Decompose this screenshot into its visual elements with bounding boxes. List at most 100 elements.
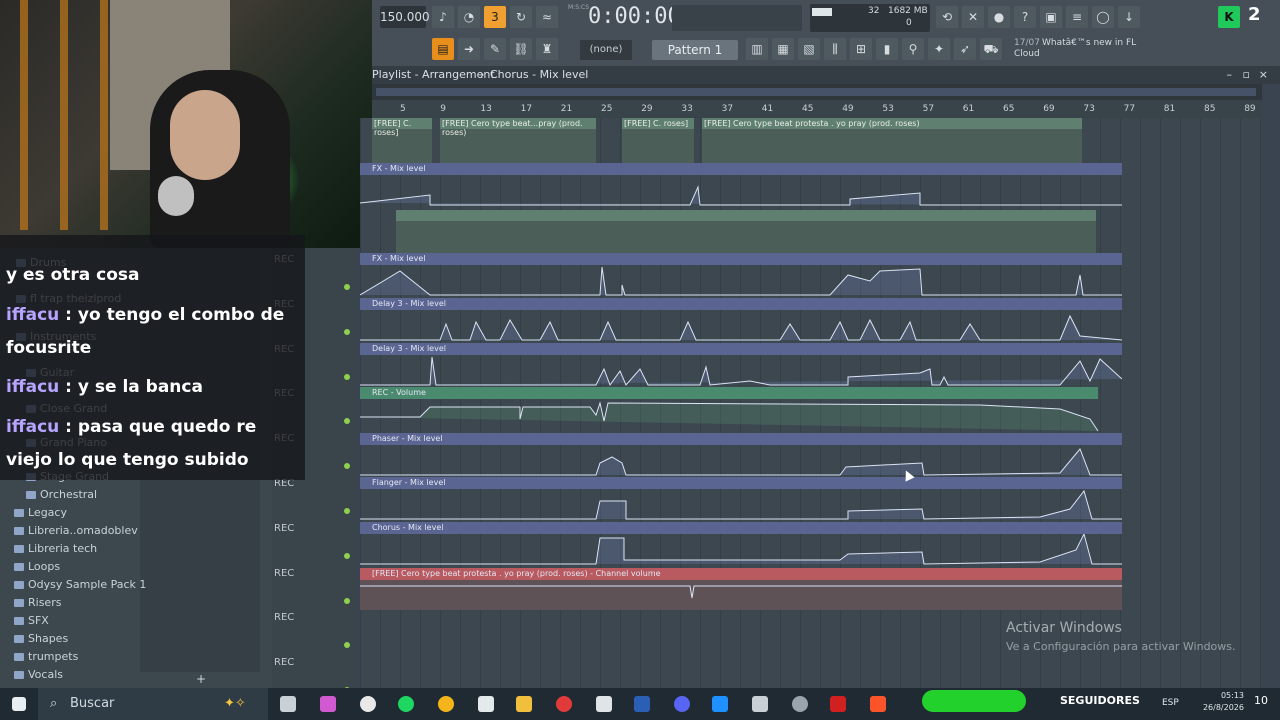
stamp-icon[interactable]: ♜ <box>536 38 558 60</box>
blend-icon[interactable]: ≈ <box>536 6 558 28</box>
track-enable-dot[interactable] <box>344 642 350 649</box>
browser-item[interactable]: Vocals <box>28 668 63 681</box>
k-icon[interactable]: K <box>1218 6 1240 28</box>
browser-item[interactable]: Orchestral <box>40 488 97 501</box>
browser-item[interactable]: Shapes <box>28 632 68 645</box>
red-app-icon[interactable] <box>830 696 846 712</box>
spotify-icon[interactable] <box>398 696 414 712</box>
save-icon[interactable]: ▣ <box>1040 6 1062 28</box>
task-view-icon[interactable] <box>280 696 296 712</box>
track-rec-label[interactable]: REC <box>274 568 294 579</box>
snap-selector[interactable]: (none) <box>580 40 632 60</box>
channel-rack-icon[interactable]: ▥ <box>746 38 768 60</box>
playlist-tracks[interactable]: [FREE] C. roses] [FREE] Cero type beat..… <box>360 118 1262 688</box>
add-icon[interactable]: + <box>196 672 206 686</box>
timeline-ruler[interactable]: 5 9 13 17 21 25 29 33 37 41 45 49 53 57 61 65 69 73 77 81 85… <box>372 100 1262 118</box>
audio-clip[interactable]: [FREE] Cero type beat...pray (prod. rose… <box>440 118 596 164</box>
app-icon[interactable] <box>438 696 454 712</box>
automation-clip-header[interactable]: Flanger - Mix level <box>360 477 1122 489</box>
automation-clip-header[interactable]: FX - Mix level <box>360 253 1122 265</box>
browser-icon[interactable]: ⊞ <box>850 38 872 60</box>
arrow-icon[interactable]: ➜ <box>458 38 480 60</box>
file-explorer-icon[interactable] <box>516 696 532 712</box>
automation-clip-header[interactable]: Delay 3 - Mix level <box>360 343 1122 355</box>
cut-icon[interactable]: ✕ <box>962 6 984 28</box>
automation-clip-header[interactable]: Chorus - Mix level <box>360 522 1122 534</box>
playlist-view-icon[interactable]: ▧ <box>798 38 820 60</box>
track-enable-dot[interactable] <box>344 328 350 335</box>
track-enable-dot[interactable] <box>344 463 350 470</box>
download-icon[interactable]: ↓ <box>1118 6 1140 28</box>
cart-icon[interactable]: ⛟ <box>980 38 1002 60</box>
brush-icon[interactable]: ✎ <box>484 38 506 60</box>
automation-clip-header[interactable]: Delay 3 - Mix level <box>360 298 1122 310</box>
automation-clip-header[interactable]: REC - Volume <box>360 387 1098 399</box>
windows-start-icon[interactable] <box>12 697 26 711</box>
bpm-display[interactable]: 150.000 <box>380 6 430 28</box>
track-enable-dot[interactable] <box>344 552 350 559</box>
automation-clip-header[interactable]: Phaser - Mix level <box>360 433 1122 445</box>
browser-item[interactable]: Legacy <box>28 506 67 519</box>
browser-item[interactable]: Loops <box>28 560 60 573</box>
audio-clip[interactable]: [FREE] C. roses] <box>372 118 432 164</box>
breadcrumb[interactable]: Playlist - Arrangement <box>372 66 495 84</box>
countdown-icon[interactable]: 3 <box>484 6 506 28</box>
share-icon[interactable]: ➶ <box>954 38 976 60</box>
browser-item[interactable]: SFX <box>28 614 49 627</box>
undo-icon[interactable]: ⟲ <box>936 6 958 28</box>
playlist-icon[interactable]: ▤ <box>432 38 454 60</box>
browser-item[interactable]: Risers <box>28 596 61 609</box>
language-indicator[interactable]: ESP <box>1162 698 1179 708</box>
m-app-icon[interactable] <box>596 696 612 712</box>
loop-record-icon[interactable]: ↻ <box>510 6 532 28</box>
channel-volume-clip-header[interactable]: [FREE] Cero type beat protesta . yo pray… <box>360 568 1122 580</box>
notification-count[interactable]: 10 <box>1254 694 1268 707</box>
track-rec-label[interactable]: REC <box>274 612 294 623</box>
playlist-overview[interactable] <box>372 84 1262 100</box>
fl-studio-icon[interactable] <box>792 696 808 712</box>
automation-clip-header[interactable]: FX - Mix level <box>360 163 1122 175</box>
track-enable-dot[interactable] <box>344 597 350 604</box>
tools-icon[interactable]: ✦ <box>928 38 950 60</box>
time-display[interactable]: 0:00:00 <box>588 3 681 31</box>
taskbar-clock[interactable]: 05:13 26/8/2026 <box>1196 690 1244 714</box>
browser-item[interactable]: Libreria..omadoblev <box>28 524 138 537</box>
close-icon[interactable]: × <box>1259 66 1268 84</box>
taskbar-search[interactable]: ⌕ Buscar ✦✧ <box>38 688 268 720</box>
security-icon[interactable] <box>478 696 494 712</box>
browser-item[interactable]: trumpets <box>28 650 78 663</box>
link-icon[interactable]: ⛓ <box>510 38 532 60</box>
metronome-icon[interactable]: ♪ <box>432 6 454 28</box>
mic-icon[interactable]: ● <box>988 6 1010 28</box>
browser-item[interactable]: Odysy Sample Pack 1 <box>28 578 146 591</box>
discord-icon[interactable] <box>674 696 690 712</box>
chat-icon[interactable]: ◯ <box>1092 6 1114 28</box>
track-enable-dot[interactable] <box>344 284 350 290</box>
help-icon[interactable]: ? <box>1014 6 1036 28</box>
track-enable-dot[interactable] <box>344 418 350 425</box>
audio-clip[interactable]: [FREE] Cero type beat protesta . yo pray… <box>702 118 1082 164</box>
audio-clip[interactable] <box>396 210 1096 256</box>
media-player-icon[interactable] <box>556 696 572 712</box>
mixer-icon[interactable]: ≡ <box>1066 6 1088 28</box>
breadcrumb-current[interactable]: Chorus - Mix level <box>490 66 588 84</box>
store-icon[interactable] <box>712 696 728 712</box>
plugin-icon[interactable]: ⚲ <box>902 38 924 60</box>
track-rec-label[interactable]: REC <box>274 523 294 534</box>
browser-item[interactable]: Libreria tech <box>28 542 97 555</box>
clipboard-icon[interactable]: ▮ <box>876 38 898 60</box>
maximize-icon[interactable]: ▫ <box>1243 66 1250 84</box>
news-text[interactable]: Whatâ€™s new in FL <box>1042 38 1136 48</box>
track-rec-label[interactable]: REC <box>274 657 294 668</box>
minimize-icon[interactable]: – <box>1227 66 1233 84</box>
wait-icon[interactable]: ◔ <box>458 6 480 28</box>
calculator-icon[interactable] <box>752 696 768 712</box>
word-icon[interactable] <box>634 696 650 712</box>
track-enable-dot[interactable] <box>344 508 350 514</box>
track-enable-dot[interactable] <box>344 373 350 380</box>
copilot-icon[interactable] <box>320 696 336 712</box>
brave-icon[interactable] <box>870 696 886 712</box>
piano-roll-icon[interactable]: ▦ <box>772 38 794 60</box>
audio-clip[interactable]: [FREE] C. roses] <box>622 118 694 164</box>
pattern-selector[interactable]: Pattern 1 <box>652 40 738 60</box>
